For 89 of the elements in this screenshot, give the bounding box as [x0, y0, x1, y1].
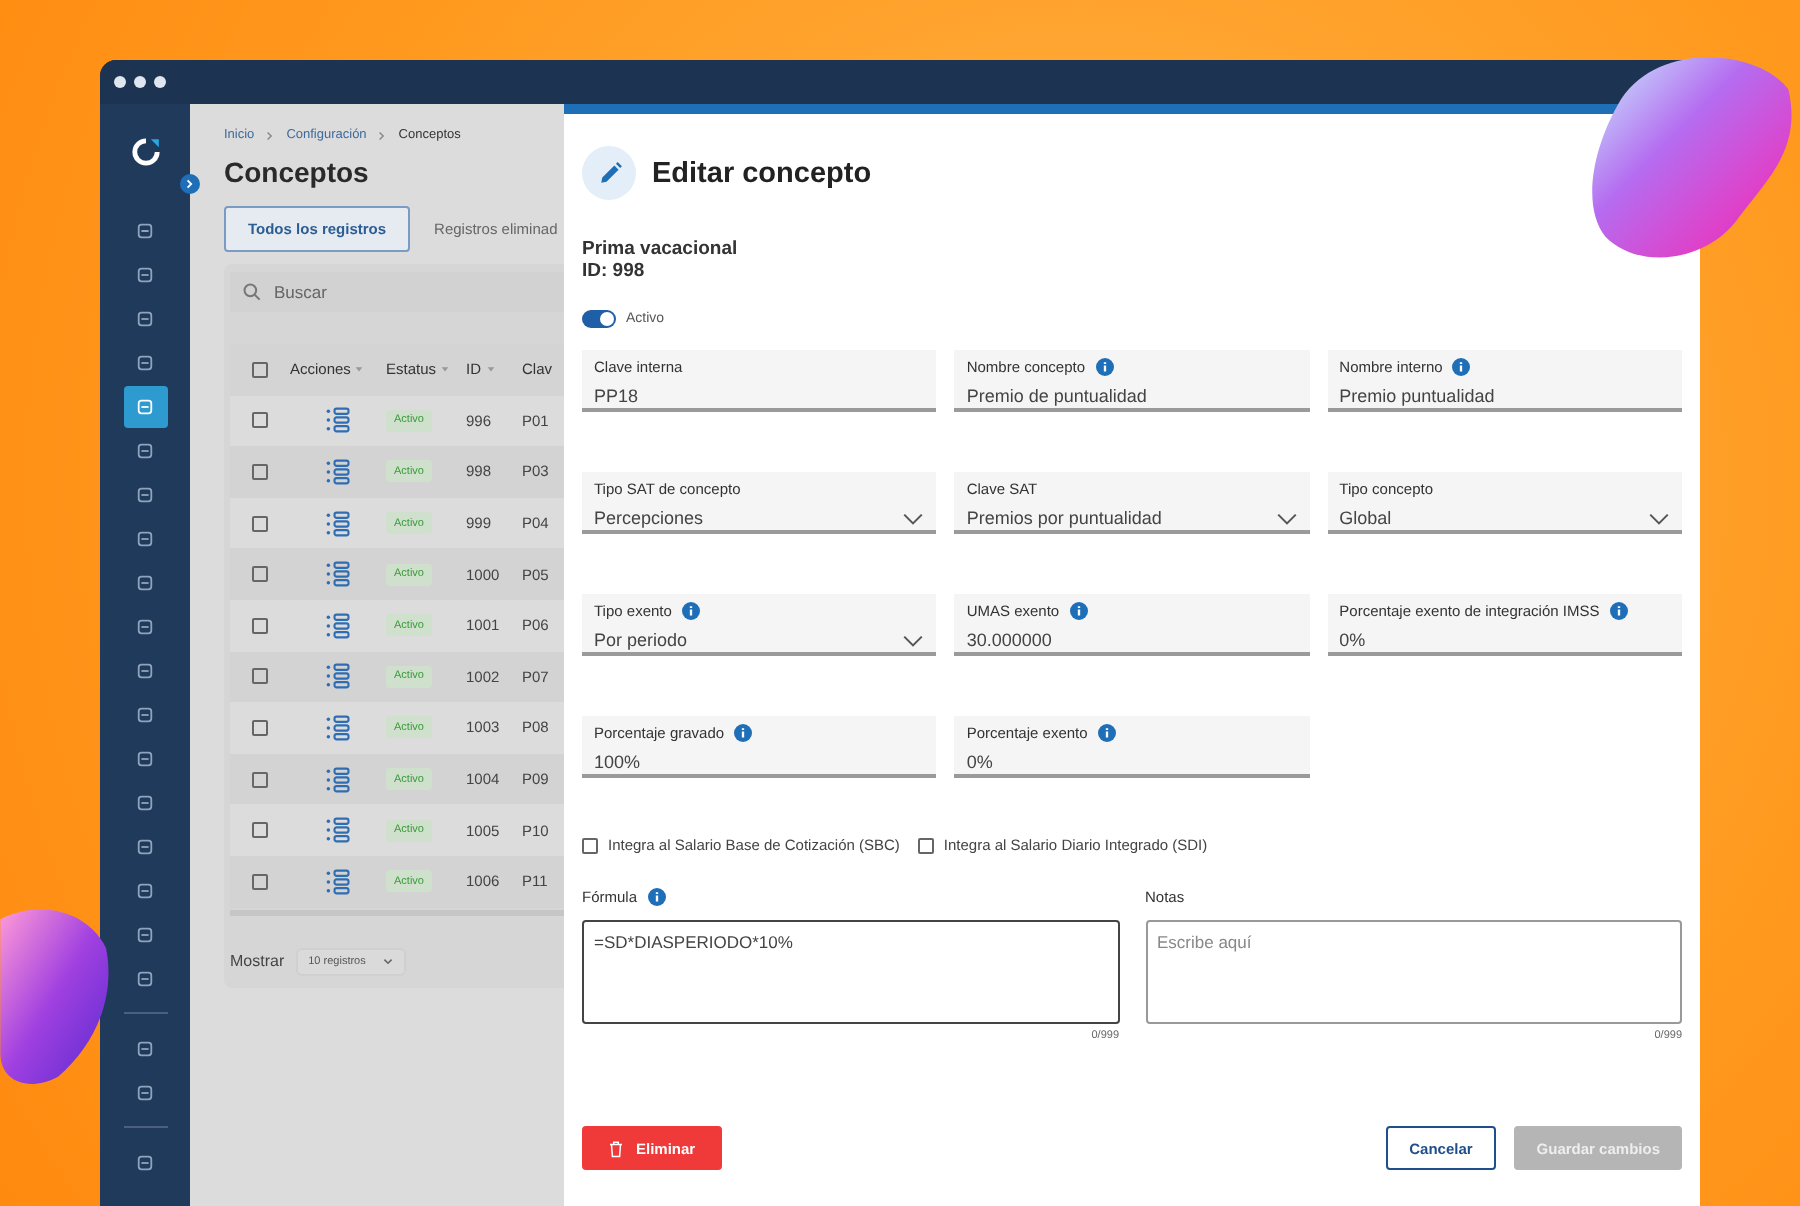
window-dot-icon — [114, 76, 126, 88]
menu-icon — [136, 221, 154, 239]
list-actions-icon[interactable] — [324, 765, 352, 794]
drawer-title: Editar concepto — [652, 157, 872, 189]
info-icon[interactable] — [1609, 601, 1628, 619]
menu-icon — [136, 309, 154, 327]
field-value: Percepciones — [594, 508, 704, 528]
collapse-button[interactable] — [180, 174, 200, 194]
chevron-down-icon — [902, 511, 925, 525]
list-actions-icon[interactable] — [324, 611, 352, 640]
menu-icon — [136, 837, 154, 855]
menu-icon — [136, 705, 154, 723]
menu-icon — [136, 1039, 154, 1057]
checkbox[interactable] — [252, 719, 268, 736]
menu-icon — [136, 485, 154, 503]
field-value: 0% — [1339, 630, 1366, 650]
field-value: Global — [1339, 508, 1392, 528]
info-icon[interactable] — [1095, 357, 1114, 375]
list-actions-icon[interactable] — [324, 713, 352, 742]
search-icon — [242, 282, 262, 302]
checkbox[interactable] — [917, 837, 934, 853]
page-title: Conceptos — [224, 156, 371, 188]
chevron-down-icon — [1647, 511, 1670, 525]
menu-icon — [136, 573, 154, 591]
window-dot-icon — [154, 76, 166, 88]
chevron-icon — [376, 129, 389, 141]
menu-icon — [136, 1083, 154, 1101]
list-actions-icon[interactable] — [324, 560, 352, 589]
menu-icon — [136, 441, 154, 459]
checkbox[interactable] — [582, 837, 598, 853]
field-value: 100% — [594, 752, 641, 772]
menu-icon — [136, 969, 154, 987]
checkbox[interactable] — [252, 412, 268, 429]
search-field[interactable]: Buscar — [274, 282, 474, 302]
menu-icon — [136, 793, 154, 811]
list-actions-icon[interactable] — [324, 816, 352, 845]
field-value: 30.000000 — [966, 630, 1052, 650]
info-icon[interactable] — [1452, 357, 1471, 375]
checkbox[interactable] — [252, 822, 268, 839]
checkbox[interactable] — [252, 463, 268, 480]
menu-icon — [136, 925, 154, 943]
toggle-switch[interactable] — [582, 310, 616, 328]
list-actions-icon[interactable] — [324, 509, 352, 538]
menu-icon — [136, 265, 154, 283]
menu-icon — [136, 397, 154, 415]
checkbox[interactable] — [252, 566, 268, 583]
checkbox[interactable] — [252, 617, 268, 634]
field-value: Por periodo — [594, 630, 688, 650]
field-value: Premio puntualidad — [1339, 386, 1495, 406]
trash-icon — [608, 1139, 624, 1157]
checkbox[interactable] — [252, 668, 268, 685]
text-area[interactable]: Escribe aquí — [1145, 920, 1682, 1024]
menu-icon — [136, 661, 154, 679]
info-icon[interactable] — [647, 887, 666, 905]
list-actions-icon[interactable] — [324, 406, 352, 435]
field-value: PP18 — [594, 386, 639, 406]
chevron-icon — [184, 178, 196, 190]
chevron-down-icon — [381, 955, 394, 968]
field-value: Premios por puntualidad — [966, 508, 1162, 528]
info-icon[interactable] — [734, 723, 753, 741]
checkbox[interactable] — [252, 771, 268, 788]
menu-icon — [136, 617, 154, 635]
sidebar-item[interactable] — [123, 385, 167, 427]
chevron-icon — [264, 129, 277, 141]
text-area[interactable]: =SD*DIASPERIODO*10% — [582, 920, 1119, 1024]
list-actions-icon[interactable] — [324, 662, 352, 691]
menu-icon — [136, 881, 154, 899]
list-actions-icon[interactable] — [324, 457, 352, 486]
menu-icon — [136, 353, 154, 371]
menu-icon — [136, 1153, 154, 1171]
list-actions-icon[interactable] — [324, 867, 352, 896]
window-dot-icon — [134, 76, 146, 88]
concept-name: Prima vacacional — [582, 238, 740, 260]
checkbox[interactable] — [252, 361, 268, 378]
show-label: Mostrar — [230, 952, 285, 971]
chevron-down-icon — [1275, 511, 1298, 525]
field-value: Premio de puntualidad — [966, 386, 1147, 406]
menu-icon — [136, 749, 154, 767]
logo-icon — [129, 136, 161, 168]
info-icon[interactable] — [1097, 723, 1116, 741]
info-icon[interactable] — [1069, 601, 1088, 619]
concept-id: ID: 998 — [582, 260, 647, 282]
info-icon[interactable] — [681, 601, 700, 619]
field-value: 0% — [966, 752, 993, 772]
pencil-icon — [582, 146, 636, 200]
checkbox[interactable] — [252, 873, 268, 890]
menu-icon — [136, 529, 154, 547]
checkbox[interactable] — [252, 515, 268, 532]
chevron-down-icon — [902, 633, 925, 647]
